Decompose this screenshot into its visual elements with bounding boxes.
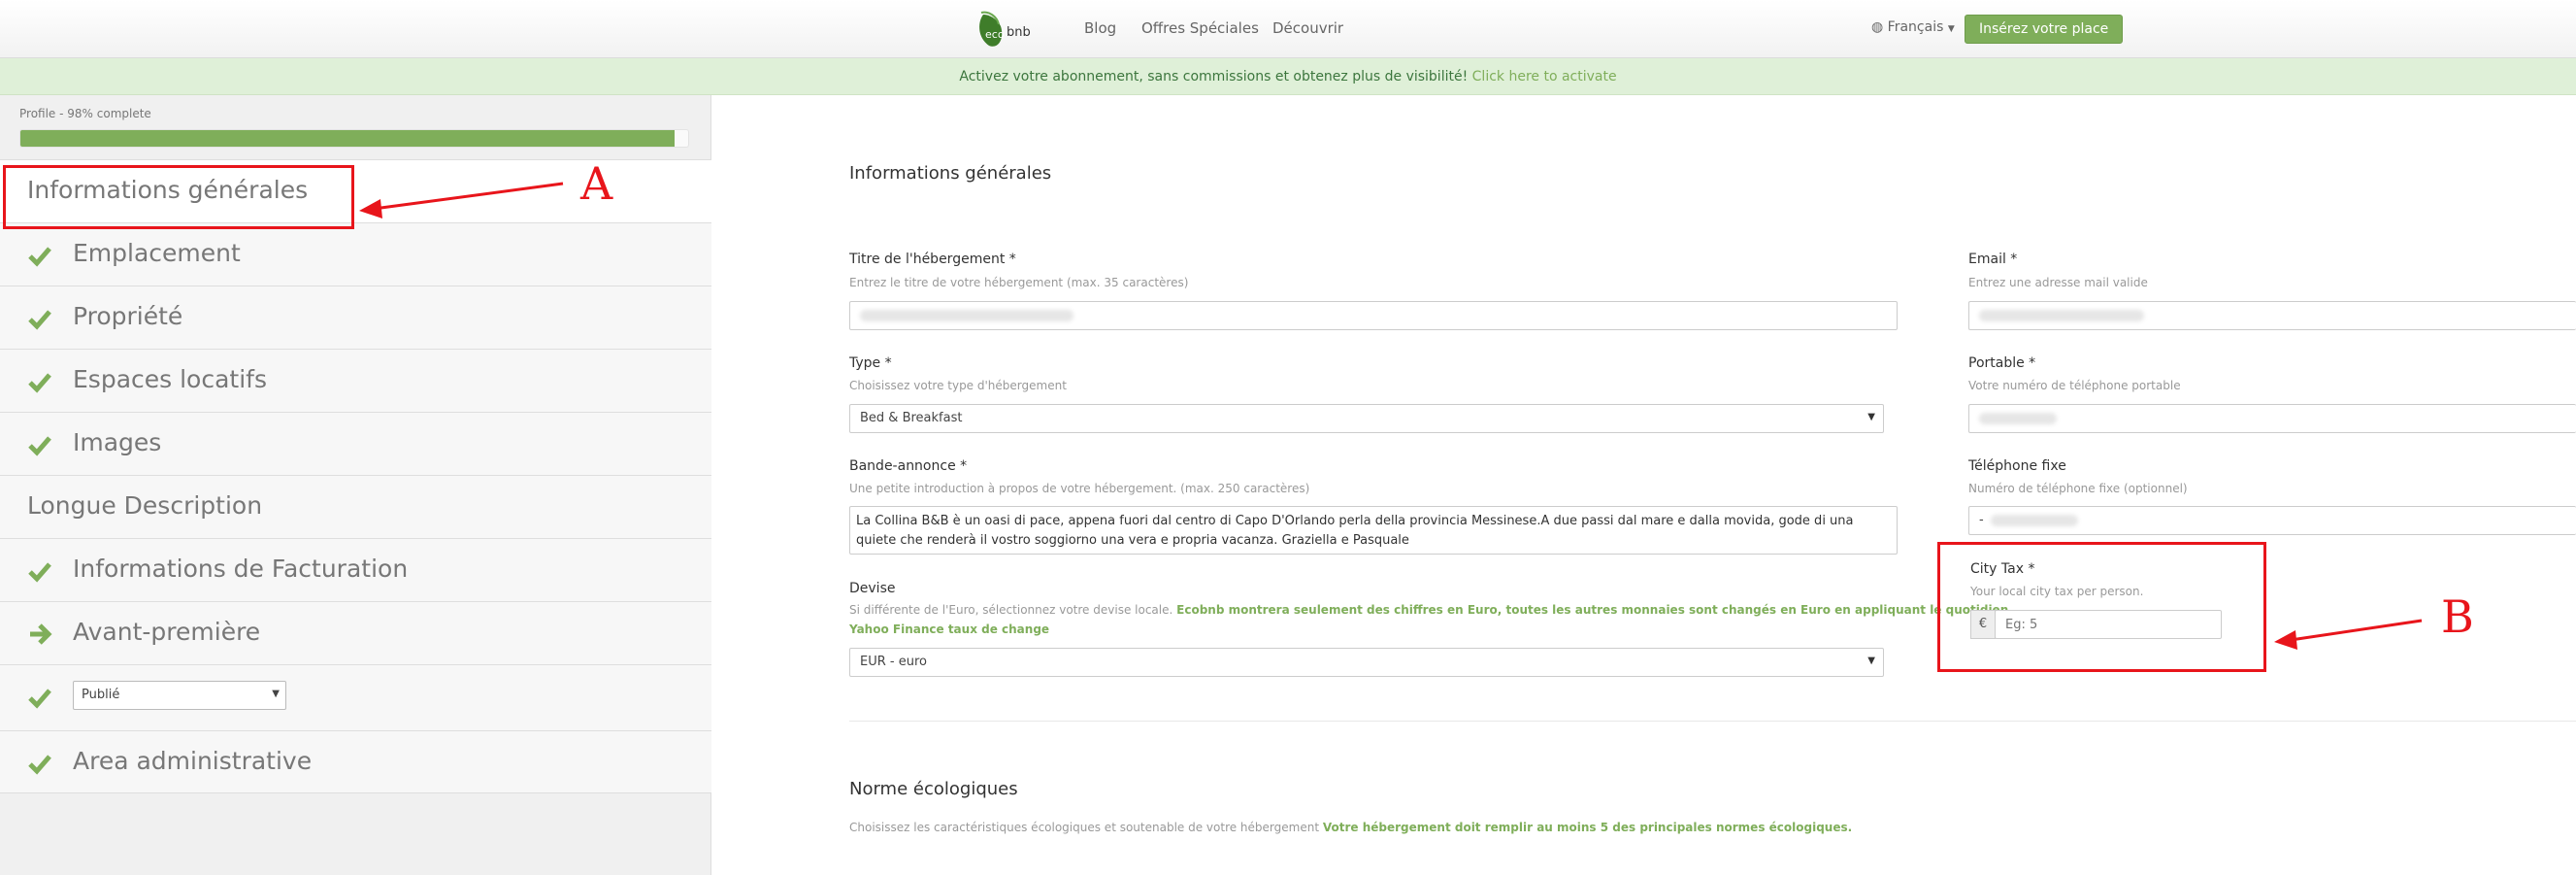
redacted-value — [1991, 515, 2078, 526]
devise-select[interactable]: EUR - euro ▼ — [849, 648, 1884, 677]
sidebar-item-label: Emplacement — [73, 239, 241, 267]
sidebar-item-facturation[interactable]: Informations de Facturation — [0, 538, 711, 601]
nav-link-offres-speciales[interactable]: Offres Spéciales — [1141, 19, 1259, 37]
sidebar-item-label: Propriété — [73, 302, 183, 330]
bande-annonce-label: Bande-annonce * — [849, 458, 968, 474]
sidebar-item-label: Espaces locatifs — [73, 365, 267, 393]
svg-text:eco: eco — [985, 28, 1005, 41]
language-label: Français — [1887, 19, 1944, 35]
portable-input[interactable] — [1968, 404, 2576, 433]
eco-help: Choisissez les caractéristiques écologiq… — [849, 821, 1852, 834]
section-title-informations-generales: Informations générales — [849, 163, 1052, 184]
devise-help-text: Si différente de l'Euro, sélectionnez vo… — [849, 603, 1173, 617]
devise-help-emphasis: Ecobnb montrera seulement des chiffres e… — [1176, 603, 2009, 617]
telephone-fixe-input[interactable]: - — [1968, 506, 2576, 535]
status-select-value: Publié — [82, 688, 120, 702]
publication-status-select[interactable]: Publié ▼ — [73, 681, 286, 710]
type-help: Choisissez votre type d'hébergement — [849, 379, 1067, 392]
check-icon — [28, 373, 51, 393]
language-dropdown[interactable]: ◍ Français ▼ — [1871, 19, 1955, 35]
arrow-right-icon — [30, 623, 52, 645]
redacted-value — [860, 310, 1073, 321]
sidebar-item-label: Area administrative — [73, 747, 313, 775]
sidebar-item-longue-description[interactable]: Longue Description — [0, 475, 711, 538]
telephone-fixe-value: - — [1979, 513, 1984, 527]
titre-input[interactable] — [849, 301, 1898, 330]
annotation-box-b — [1937, 542, 2266, 672]
devise-label: Devise — [849, 581, 896, 596]
chevron-down-icon: ▼ — [1867, 412, 1875, 422]
ecobnb-logo[interactable]: eco bnb — [975, 9, 1036, 50]
activate-link[interactable]: Click here to activate — [1472, 69, 1617, 84]
sidebar-item-label: Informations de Facturation — [73, 555, 409, 583]
sidebar-item-images[interactable]: Images — [0, 412, 711, 475]
telephone-fixe-label: Téléphone fixe — [1968, 458, 2066, 474]
sidebar-item-area-administrative[interactable]: Area administrative — [0, 730, 711, 793]
bande-annonce-help: Une petite introduction à propos de votr… — [849, 482, 1310, 495]
portable-help: Votre numéro de téléphone portable — [1968, 379, 2181, 392]
section-title-norme-ecologiques: Norme écologiques — [849, 779, 1018, 799]
sidebar-item-label: Images — [73, 428, 162, 456]
insert-place-button[interactable]: Insérez votre place — [1965, 15, 2124, 44]
yahoo-finance-note: Yahoo Finance taux de change — [849, 623, 1050, 636]
bande-annonce-textarea[interactable]: La Collina B&B è un oasi di pace, appena… — [849, 506, 1898, 555]
titre-help: Entrez le titre de votre hébergement (ma… — [849, 276, 1189, 289]
chevron-down-icon: ▼ — [272, 689, 280, 699]
check-icon — [28, 562, 51, 583]
nav-link-blog[interactable]: Blog — [1084, 19, 1116, 37]
profile-completion-label: Profile - 98% complete — [19, 107, 151, 120]
profile-progress-fill — [20, 130, 676, 147]
type-select-value: Bed & Breakfast — [860, 411, 963, 425]
annotation-arrow-b-line — [2290, 619, 2423, 642]
check-icon — [28, 247, 51, 267]
portable-label: Portable * — [1968, 355, 2036, 371]
sidebar-item-emplacement[interactable]: Emplacement — [0, 222, 711, 286]
caret-down-icon: ▼ — [1947, 24, 1955, 34]
email-help: Entrez une adresse mail valide — [1968, 276, 2148, 289]
globe-icon: ◍ — [1871, 19, 1884, 35]
nav-link-decouvrir[interactable]: Découvrir — [1272, 19, 1343, 37]
annotation-label-a: A — [580, 157, 613, 210]
section-divider — [849, 721, 2576, 722]
redacted-value — [1979, 310, 2144, 321]
sidebar-item-label: Avant-première — [73, 618, 261, 646]
eco-help-text: Choisissez les caractéristiques écologiq… — [849, 821, 1320, 834]
telephone-fixe-help: Numéro de téléphone fixe (optionnel) — [1968, 482, 2188, 495]
email-input[interactable] — [1968, 301, 2576, 330]
sidebar-item-espaces-locatifs[interactable]: Espaces locatifs — [0, 349, 711, 412]
active-indicator — [697, 177, 712, 208]
type-select[interactable]: Bed & Breakfast ▼ — [849, 404, 1884, 433]
svg-text:bnb: bnb — [1007, 25, 1031, 40]
annotation-box-a — [3, 165, 354, 229]
email-label: Email * — [1968, 252, 2018, 267]
devise-help-line-2: Yahoo Finance taux de change — [849, 623, 1049, 636]
profile-progress-bar — [19, 129, 689, 148]
promo-text: Activez votre abonnement, sans commissio… — [959, 69, 1469, 84]
check-icon — [28, 436, 51, 456]
sidebar-item-label: Longue Description — [27, 491, 263, 520]
check-icon — [28, 689, 51, 709]
sidebar-item-propriete[interactable]: Propriété — [0, 286, 711, 349]
check-icon — [28, 755, 51, 775]
sidebar-item-avant-premiere[interactable]: Avant-première — [0, 601, 711, 664]
top-navbar: eco bnb Blog Offres Spéciales Découvrir … — [0, 0, 2576, 58]
sidebar-item-status: Publié ▼ — [0, 664, 711, 730]
devise-select-value: EUR - euro — [860, 655, 927, 669]
eco-help-emphasis: Votre hébergement doit remplir au moins … — [1322, 821, 1853, 834]
subscription-promo-bar: Activez votre abonnement, sans commissio… — [0, 58, 2576, 95]
redacted-value — [1979, 413, 2057, 424]
annotation-arrowhead-b — [2274, 630, 2297, 650]
sidebar-menu: Informations générales Emplacement Propr… — [0, 159, 712, 793]
annotation-label-b: B — [2441, 590, 2474, 643]
check-icon — [28, 310, 51, 330]
devise-help: Si différente de l'Euro, sélectionnez vo… — [849, 603, 2008, 617]
titre-label: Titre de l'hébergement * — [849, 252, 1016, 267]
type-label: Type * — [849, 355, 892, 371]
chevron-down-icon: ▼ — [1867, 656, 1875, 666]
